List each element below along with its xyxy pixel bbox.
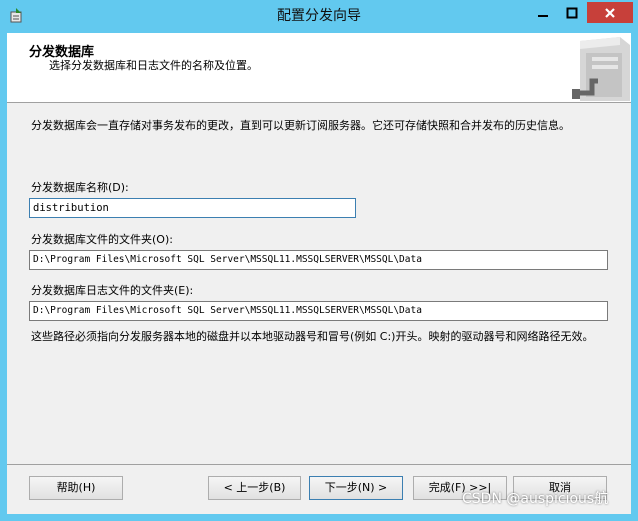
log-folder-input[interactable]: D:\Program Files\Microsoft SQL Server\MS… [29,301,608,321]
log-folder-label: 分发数据库日志文件的文件夹(E): [31,284,194,297]
minimize-button[interactable] [529,2,557,23]
path-note: 这些路径必须指向分发服务器本地的磁盘并以本地驱动器号和冒号(例如 C:)开头。映… [31,330,594,343]
database-name-label: 分发数据库名称(D): [31,181,129,194]
data-folder-label: 分发数据库文件的文件夹(O): [31,233,173,246]
minimize-icon [538,14,548,17]
back-button[interactable]: < 上一步(B) [208,476,301,500]
data-folder-input[interactable]: D:\Program Files\Microsoft SQL Server\MS… [29,250,608,270]
database-name-input[interactable]: distribution [29,198,356,218]
maximize-icon [566,7,577,18]
server-icon [572,37,630,101]
wizard-client-area: 分发数据库 选择分发数据库和日志文件的名称及位置。 分发数据库会一直存储对事务发… [7,33,631,514]
title-bar[interactable]: 配置分发向导 [0,0,638,33]
maximize-button[interactable] [557,2,586,23]
wizard-window: 配置分发向导 分发数据库 选择分发数据库和日志文件的名称及位置。 分发数据库会一… [0,0,638,521]
page-subtitle: 选择分发数据库和日志文件的名称及位置。 [49,59,258,72]
page-description: 分发数据库会一直存储对事务发布的更改，直到可以更新订阅服务器。它还可存储快照和合… [31,119,570,132]
close-button[interactable] [587,2,633,23]
close-icon [605,7,615,18]
wizard-header: 分发数据库 选择分发数据库和日志文件的名称及位置。 [7,33,631,103]
footer-divider [7,464,631,465]
next-button[interactable]: 下一步(N) > [309,476,403,500]
help-button[interactable]: 帮助(H) [29,476,123,500]
watermark: CSDN @auspicious航 [462,491,609,507]
